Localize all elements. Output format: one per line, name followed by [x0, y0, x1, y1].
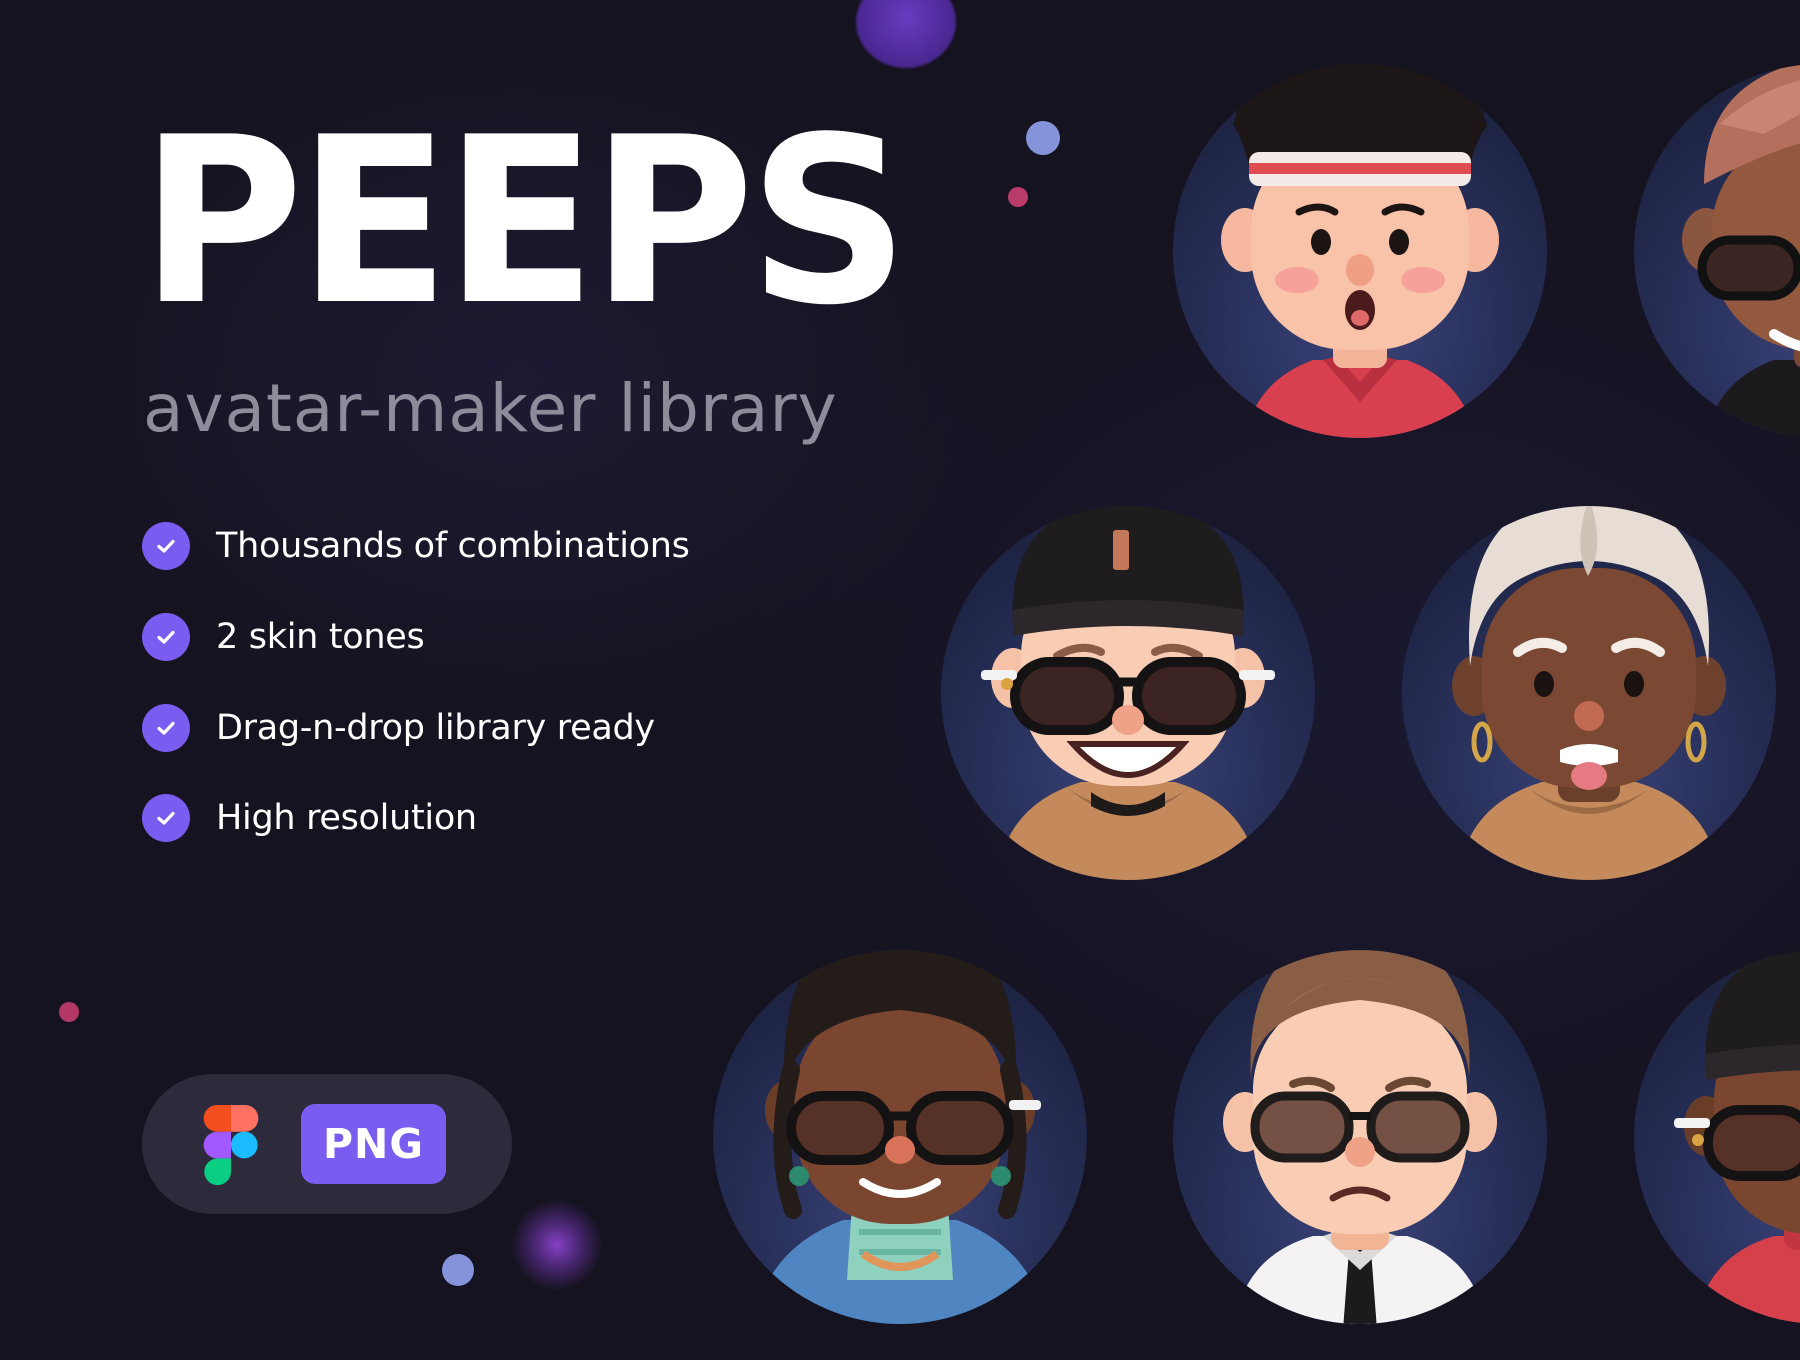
decorative-dot	[856, 0, 956, 68]
feature-label: Drag-n-drop library ready	[216, 708, 655, 748]
avatar-braids-glasses-blazer	[713, 950, 1087, 1324]
feature-item: 2 skin tones	[142, 613, 690, 661]
decorative-dot	[1026, 121, 1060, 155]
decorative-dot	[442, 1254, 474, 1286]
check-circle-icon	[142, 613, 190, 661]
format-badges: PNG	[142, 1074, 512, 1214]
figma-logo-icon	[203, 1105, 259, 1185]
product-subtitle: avatar-maker library	[143, 370, 838, 447]
decorative-dot	[59, 1002, 79, 1022]
feature-item: Thousands of combinations	[142, 522, 690, 570]
feature-label: Thousands of combinations	[216, 526, 690, 566]
avatar-white-hair-hoodie	[1402, 506, 1776, 880]
avatar-headband-red-polo	[1173, 64, 1547, 438]
promo-banner: PEEPS avatar-maker library Thousands of …	[0, 0, 1800, 1360]
product-title: PEEPS	[140, 89, 909, 356]
avatar-short-hair-glasses-tie	[1173, 950, 1547, 1324]
feature-label: High resolution	[216, 798, 477, 838]
avatar-pink-hair-glasses	[1634, 64, 1800, 438]
avatar-beanie-glasses-red-sweater	[1634, 950, 1800, 1324]
feature-list: Thousands of combinations 2 skin tones D…	[142, 522, 690, 885]
feature-item: High resolution	[142, 794, 690, 842]
png-badge: PNG	[301, 1104, 446, 1184]
decorative-dot	[1008, 187, 1028, 207]
avatar-beanie-sunglasses-hoodie	[941, 506, 1315, 880]
feature-item: Drag-n-drop library ready	[142, 704, 690, 752]
check-circle-icon	[142, 522, 190, 570]
check-circle-icon	[142, 794, 190, 842]
check-circle-icon	[142, 704, 190, 752]
feature-label: 2 skin tones	[216, 617, 425, 657]
decorative-glow	[512, 1200, 602, 1290]
